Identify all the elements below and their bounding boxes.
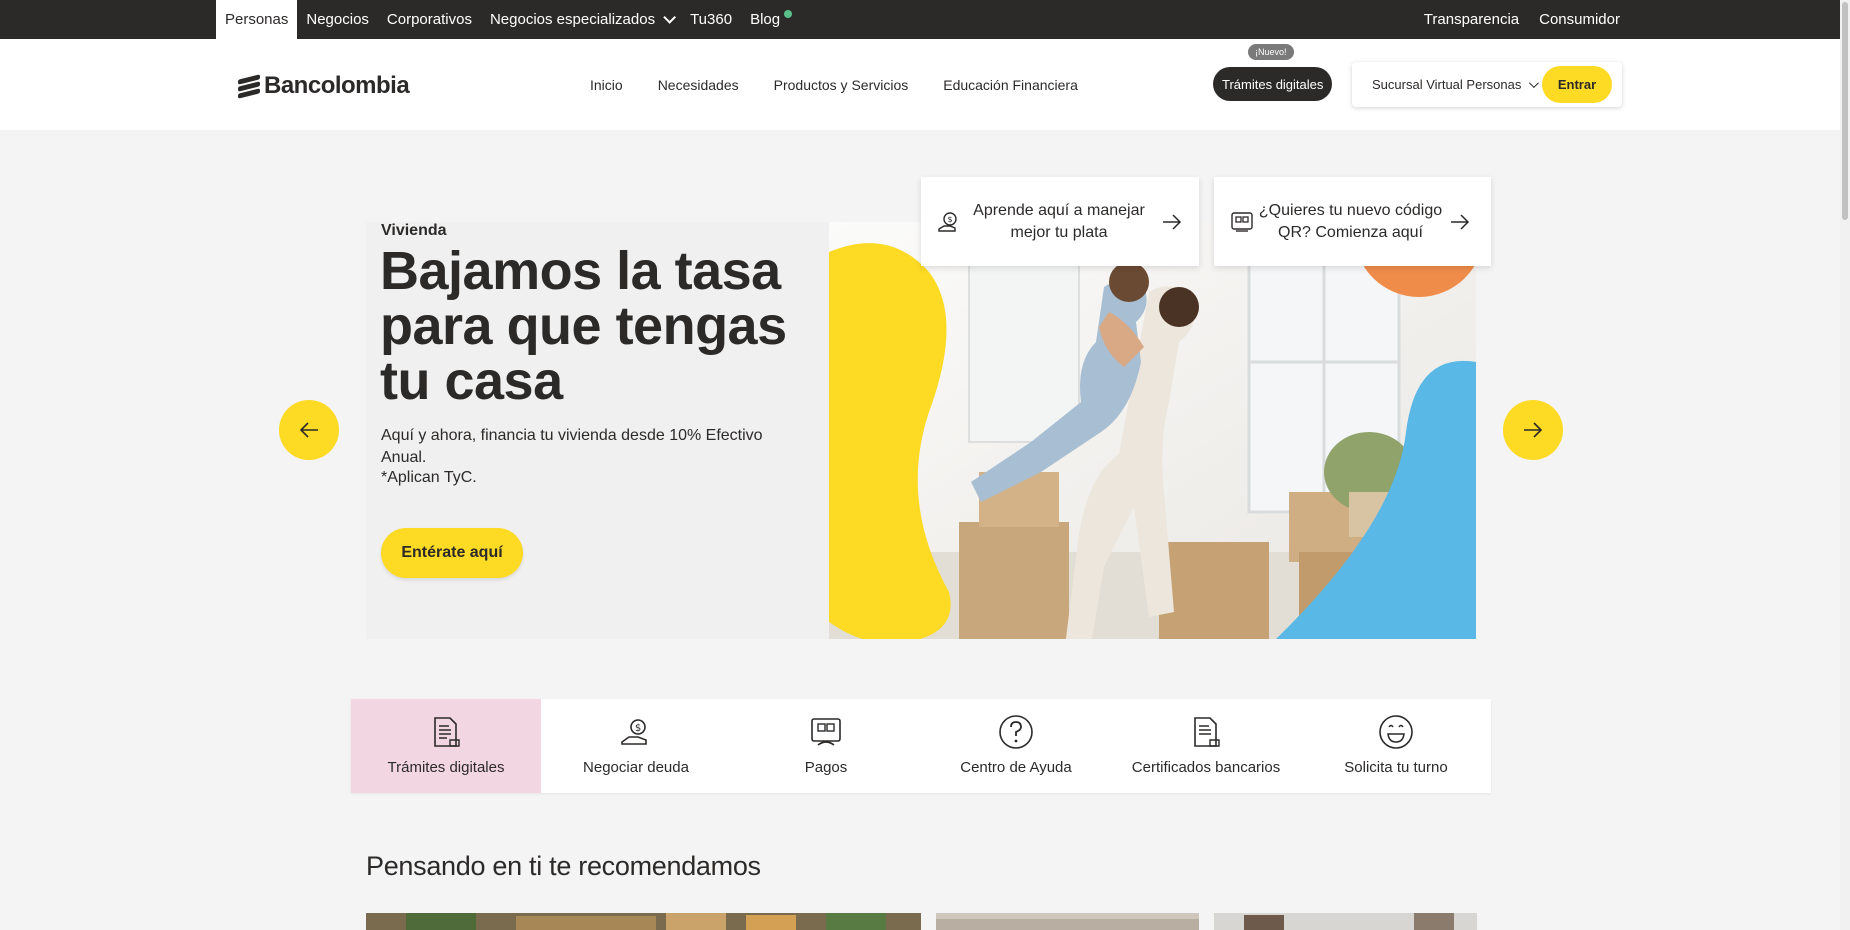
segment-label: Negocios [306, 11, 369, 28]
page-scrollbar[interactable] [1840, 0, 1850, 930]
nuevo-badge: ¡Nuevo! [1248, 44, 1294, 60]
main-nav: Inicio Necesidades Productos y Servicios… [590, 39, 1078, 130]
qr-code-icon [1231, 211, 1253, 232]
quick-card-manejar-plata[interactable]: $ Aprende aquí a manejar mejor tu plata [921, 177, 1199, 266]
recommend-title: Pensando en ti te recomendamos [366, 851, 761, 881]
shortcut-label: Trámites digitales [387, 759, 505, 776]
new-dot-icon [784, 9, 793, 18]
quick-card-codigo-qr[interactable]: ¿Quieres tu nuevo código QR? Comienza aq… [1214, 177, 1491, 266]
certificate-icon [1194, 717, 1220, 747]
money-hand-icon: $ [938, 211, 957, 232]
logo-text: Bancolombia [264, 72, 410, 99]
hero-title: Bajamos la tasa para que tengas tu casa [380, 241, 787, 411]
card-image [366, 913, 921, 930]
quick-card-text: Aprende aquí a manejar mejor tu plata [973, 201, 1145, 241]
link-consumidor[interactable]: Consumidor [1539, 11, 1620, 28]
hero-eyebrow: Vivienda [381, 222, 447, 239]
shortcut-solicita-turno[interactable]: Solicita tu turno [1301, 699, 1491, 793]
card-image [936, 913, 1199, 930]
shortcut-label: Certificados bancarios [1131, 759, 1281, 776]
svg-text:$: $ [635, 723, 641, 734]
segment-label: Blog [750, 11, 781, 28]
recommend-card[interactable] [1214, 913, 1477, 930]
segment-tu360[interactable]: Tu360 [681, 0, 741, 39]
shortcut-negociar-deuda[interactable]: $ Negociar deuda [541, 699, 731, 793]
top-bar: Personas Negocios Corporativos Negocios … [0, 0, 1840, 39]
hero-description: Aquí y ahora, financia tu vivienda desde… [381, 427, 763, 466]
recommend-card[interactable] [936, 913, 1199, 930]
segment-label: Corporativos [386, 11, 472, 28]
link-transparencia[interactable]: Transparencia [1424, 11, 1519, 28]
card-image [1214, 913, 1477, 930]
bancolombia-logo[interactable]: Bancolombia [238, 72, 410, 100]
debt-hand-icon: $ [621, 719, 647, 745]
tramites-digitales-button[interactable]: Trámites digitales [1213, 67, 1333, 101]
scrollbar-thumb[interactable] [1842, 2, 1848, 220]
nav-productos-servicios[interactable]: Productos y Servicios [774, 77, 909, 93]
shortcut-certificados[interactable]: Certificados bancarios [1111, 699, 1301, 793]
document-icon [434, 717, 460, 747]
shortcut-label: Centro de Ayuda [960, 759, 1072, 776]
sucursal-virtual-dropdown[interactable]: Sucursal Virtual Personas [1372, 62, 1540, 107]
hero-image[interactable] [829, 222, 1476, 639]
logo-mark-icon [238, 74, 260, 99]
svg-text:$: $ [947, 215, 952, 224]
sucursal-label: Sucursal Virtual Personas [1372, 77, 1522, 92]
smile-icon [1379, 715, 1413, 749]
hero-tyc: *Aplican TyC. [381, 469, 477, 486]
payment-icon [811, 718, 841, 746]
arrow-right-icon [1163, 213, 1182, 230]
login-box: Sucursal Virtual Personas Entrar [1352, 62, 1622, 107]
segment-blog[interactable]: Blog [741, 0, 801, 39]
arrow-right-icon [1451, 213, 1470, 230]
segment-label: Negocios especializados [489, 11, 656, 28]
shortcut-label: Pagos [804, 759, 848, 776]
question-icon [999, 715, 1033, 749]
segment-label: Personas [225, 11, 289, 28]
segment-negocios-especializados[interactable]: Negocios especializados [481, 0, 681, 39]
top-links: Transparencia Consumidor [1424, 0, 1620, 39]
carousel-prev-button[interactable] [279, 400, 339, 460]
hero-cta-button[interactable]: Entérate aquí [381, 528, 523, 578]
chevron-down-icon [663, 11, 677, 24]
segment-nav: Personas Negocios Corporativos Negocios … [216, 0, 801, 39]
shortcut-pagos[interactable]: Pagos [731, 699, 921, 793]
shortcut-centro-ayuda[interactable]: Centro de Ayuda [921, 699, 1111, 793]
nav-necesidades[interactable]: Necesidades [658, 77, 739, 93]
quick-card-text: ¿Quieres tu nuevo código QR? Comienza aq… [1258, 201, 1443, 241]
entrar-button[interactable]: Entrar [1542, 66, 1612, 103]
recommend-card[interactable] [366, 913, 921, 930]
main-header: Bancolombia Inicio Necesidades Productos… [0, 39, 1840, 130]
segment-corporativos[interactable]: Corporativos [378, 0, 481, 39]
segment-personas[interactable]: Personas [216, 0, 298, 39]
nav-educacion-financiera[interactable]: Educación Financiera [943, 77, 1078, 93]
arrow-right-icon [1524, 422, 1543, 438]
shortcut-tramites-digitales[interactable]: Trámites digitales [351, 699, 541, 793]
segment-negocios[interactable]: Negocios [297, 0, 378, 39]
hero-illustration [829, 222, 1476, 639]
segment-label: Tu360 [690, 11, 733, 28]
shortcut-label: Solicita tu turno [1344, 759, 1448, 776]
nav-inicio[interactable]: Inicio [590, 77, 623, 93]
carousel-next-button[interactable] [1503, 400, 1563, 460]
chevron-down-icon [1529, 78, 1540, 89]
shortcut-label: Negociar deuda [583, 759, 689, 776]
shortcut-bar: Trámites digitales $ Negociar deuda Pago… [351, 699, 1491, 793]
arrow-left-icon [299, 422, 318, 438]
